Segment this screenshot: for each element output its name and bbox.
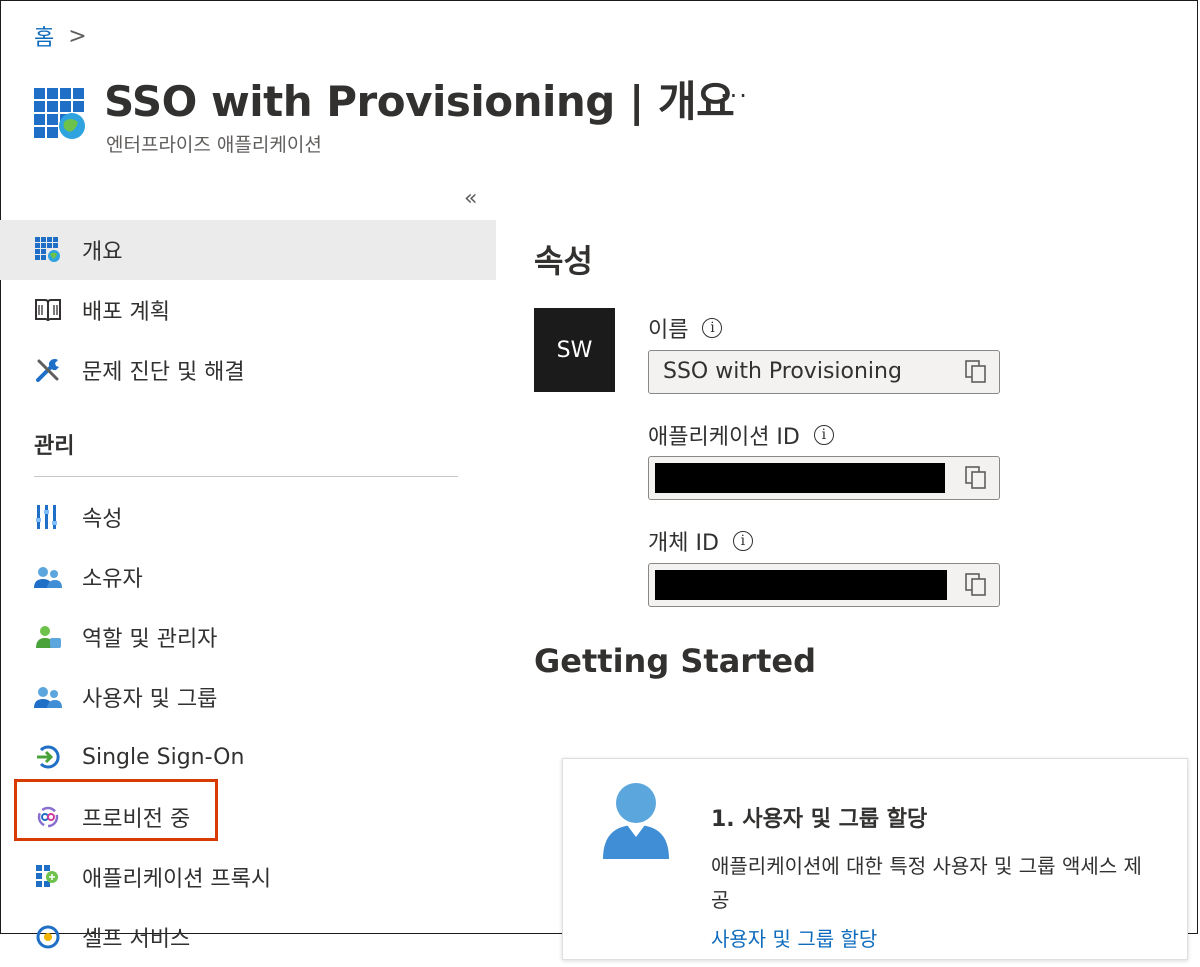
enterprise-app-icon	[34, 88, 85, 139]
redacted-value	[655, 570, 947, 600]
users-icon	[34, 563, 62, 591]
redacted-value	[655, 463, 945, 493]
collapse-sidebar-button[interactable]: «	[464, 186, 477, 211]
assign-users-card: 1. 사용자 및 그룹 할당 애플리케이션에 대한 특정 사용자 및 그룹 액세…	[562, 758, 1188, 960]
sidebar-item-overview[interactable]: 개요	[0, 220, 496, 280]
provisioning-highlight-box	[14, 779, 218, 841]
copy-icon[interactable]	[965, 573, 987, 597]
sidebar-item-sso[interactable]: Single Sign-On	[0, 727, 496, 787]
section-label-manage: 관리	[34, 434, 75, 459]
page-subtitle: 엔터프라이즈 애플리케이션	[106, 134, 322, 156]
card-title: 1. 사용자 및 그룹 할당	[711, 807, 928, 832]
sidebar-item-self-service[interactable]: 셀프 서비스	[0, 907, 496, 967]
application-id-label: 애플리케이션 ID i	[648, 419, 834, 451]
sidebar-item-label: 속성	[82, 507, 123, 532]
sidebar-item-label: 소유자	[82, 567, 143, 592]
properties-heading: 속성	[534, 242, 593, 280]
name-field-value: SSO with Provisioning	[663, 359, 902, 384]
sidebar-item-label: Single Sign-On	[82, 744, 245, 770]
application-id-field[interactable]	[648, 456, 1000, 500]
self-service-icon	[34, 923, 62, 951]
page-title: SSO with Provisioning | 개요	[104, 77, 735, 126]
sidebar-item-users-groups[interactable]: 사용자 및 그룹	[0, 667, 496, 727]
sidebar-item-deployment-plan[interactable]: 배포 계획	[0, 280, 496, 340]
more-options-button[interactable]: ···	[720, 82, 749, 110]
user-role-icon	[34, 623, 62, 651]
field-label-text: 개체 ID	[648, 531, 719, 556]
breadcrumb: 홈 >	[34, 20, 87, 52]
breadcrumb-home-link[interactable]: 홈	[34, 20, 54, 52]
wrench-icon	[34, 356, 62, 384]
app-proxy-icon	[34, 863, 62, 891]
app-avatar: SW	[534, 308, 615, 392]
sidebar-item-troubleshoot[interactable]: 문제 진단 및 해결	[0, 340, 496, 400]
sidebar-item-label: 역할 및 관리자	[82, 627, 218, 652]
name-label: 이름 i	[648, 312, 723, 344]
breadcrumb-separator: >	[68, 23, 87, 49]
copy-icon[interactable]	[965, 466, 987, 490]
users-icon	[34, 683, 62, 711]
object-id-label: 개체 ID i	[648, 525, 753, 557]
info-icon[interactable]: i	[702, 318, 723, 338]
sso-arrow-icon	[34, 743, 62, 771]
sidebar-item-label: 애플리케이션 프록시	[82, 867, 272, 892]
copy-icon[interactable]	[965, 360, 987, 384]
section-divider	[34, 476, 458, 477]
info-icon[interactable]: i	[813, 425, 834, 445]
assign-users-link[interactable]: 사용자 및 그룹 할당	[711, 923, 877, 952]
grid-globe-icon	[34, 236, 62, 264]
properties-icon	[34, 503, 62, 531]
user-icon	[603, 783, 669, 859]
info-icon[interactable]: i	[732, 531, 753, 551]
sidebar-nav: 개요 배포 계획 문제 진단 및 해결 관리 속성 소유자 역할 및 관리자 사…	[0, 220, 496, 967]
sidebar-item-label: 개요	[82, 240, 123, 265]
sidebar-item-app-proxy[interactable]: 애플리케이션 프록시	[0, 847, 496, 907]
field-label-text: 애플리케이션 ID	[648, 425, 800, 450]
sidebar-item-label: 문제 진단 및 해결	[82, 360, 245, 385]
object-id-field[interactable]	[648, 563, 1000, 607]
book-icon	[34, 296, 62, 324]
field-label-text: 이름	[648, 318, 689, 343]
sidebar-item-label: 셀프 서비스	[82, 927, 191, 952]
card-description: 애플리케이션에 대한 특정 사용자 및 그룹 액세스 제공	[711, 854, 1142, 912]
getting-started-heading: Getting Started	[534, 642, 816, 680]
sidebar-item-roles-admins[interactable]: 역할 및 관리자	[0, 607, 496, 667]
name-field[interactable]: SSO with Provisioning	[648, 350, 1000, 394]
sidebar-item-owners[interactable]: 소유자	[0, 547, 496, 607]
sidebar-item-label: 배포 계획	[82, 300, 170, 325]
sidebar-item-properties[interactable]: 속성	[0, 487, 496, 547]
sidebar-item-label: 사용자 및 그룹	[82, 687, 218, 712]
